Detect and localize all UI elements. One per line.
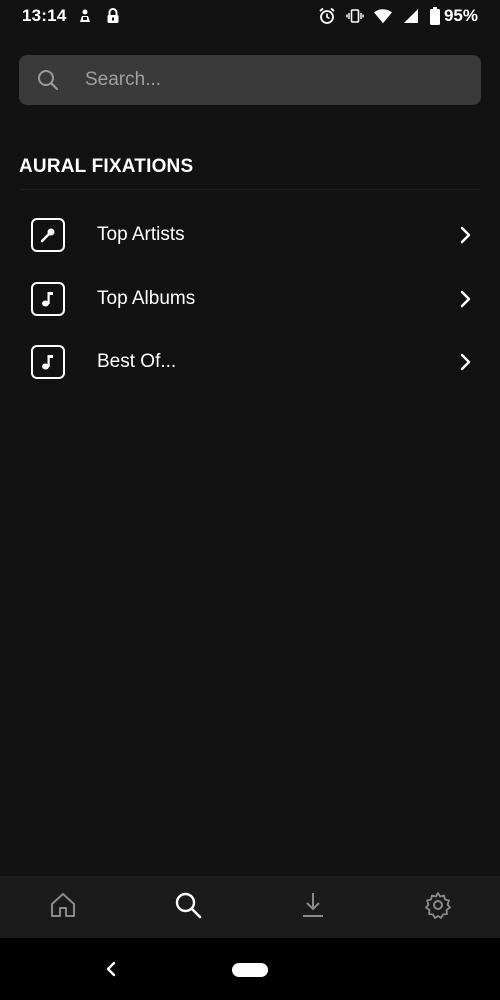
wifi-icon [373,7,392,25]
notification-app-icon [76,7,94,25]
nav-search-button[interactable] [158,877,218,937]
section-title: AURAL FIXATIONS [19,156,194,177]
menu-item-label: Top Albums [97,288,196,309]
settings-icon [424,891,452,924]
vibrate-icon [346,7,364,25]
music-note-icon [31,282,65,316]
nav-settings-button[interactable] [408,877,468,937]
chevron-right-icon [458,288,474,310]
bottom-nav [0,876,500,938]
back-icon[interactable] [100,958,122,980]
signal-icon [402,7,420,25]
download-icon [300,891,326,924]
battery-icon [429,7,440,25]
menu-item-top-albums[interactable]: Top Albums [0,269,500,329]
status-time: 13:14 [22,6,67,25]
battery-percent: 95% [443,6,478,25]
nav-home-button[interactable] [33,877,93,937]
alarm-icon [318,7,336,25]
home-pill-button[interactable] [232,963,268,977]
menu-item-top-artists[interactable]: Top Artists [0,205,500,265]
status-right: 95% [318,6,478,26]
search-icon [35,67,61,93]
section-divider [19,189,481,190]
home-icon [49,891,77,924]
status-bar: 13:14 95% [0,0,500,32]
chevron-right-icon [458,224,474,246]
nav-downloads-button[interactable] [283,877,343,937]
menu-item-label: Top Artists [97,224,185,245]
microphone-icon [31,218,65,252]
menu-item-label: Best Of... [97,351,177,372]
search-bar[interactable] [19,55,481,105]
search-input[interactable] [83,68,447,92]
music-note-icon [31,345,65,379]
lock-icon [104,7,122,25]
search-icon [174,891,202,924]
menu-item-best-of[interactable]: Best Of... [0,332,500,392]
status-left: 13:14 [22,6,122,26]
chevron-right-icon [458,351,474,373]
